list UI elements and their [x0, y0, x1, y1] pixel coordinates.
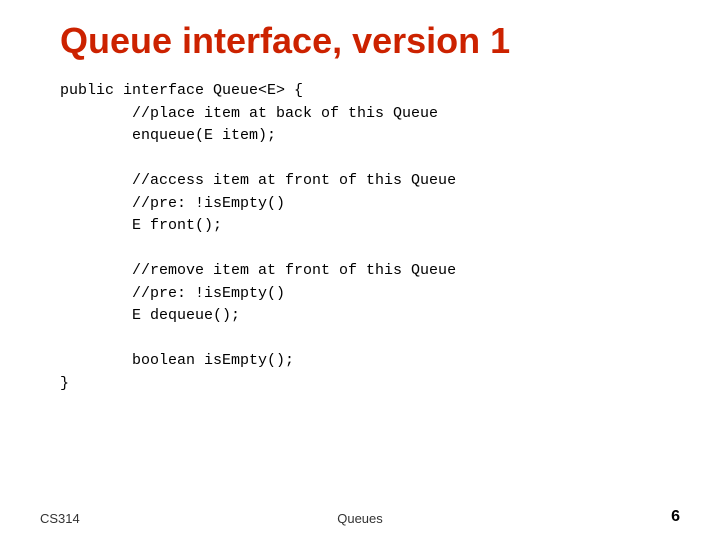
slide-container: Queue interface, version 1 public interf…	[0, 0, 720, 540]
footer-page-number: 6	[671, 508, 680, 526]
slide-title: Queue interface, version 1	[60, 20, 680, 62]
footer-course-label: CS314	[40, 511, 80, 526]
code-block: public interface Queue<E> { //place item…	[60, 80, 680, 395]
footer-topic-label: Queues	[337, 511, 383, 526]
